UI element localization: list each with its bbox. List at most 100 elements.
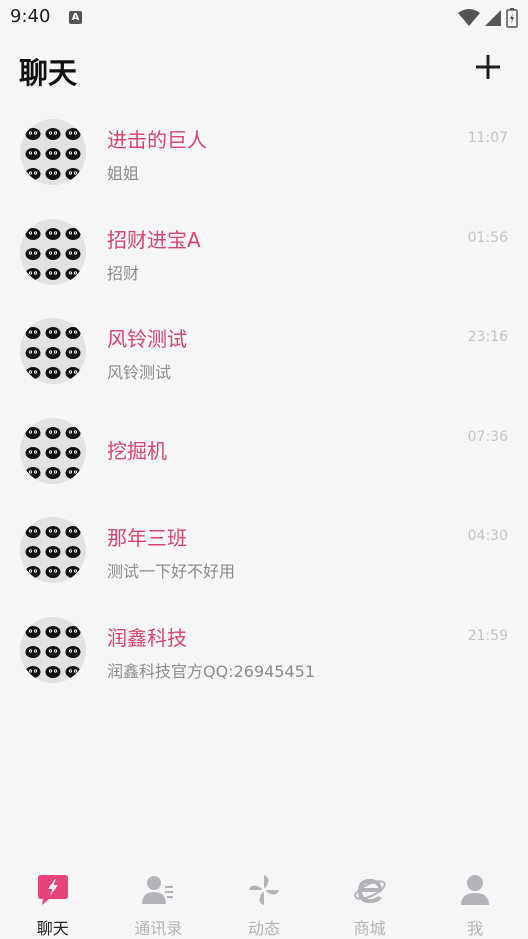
tab-chat[interactable]: 聊天 [0, 864, 106, 939]
avatar-pattern-icon [65, 165, 81, 180]
avatar-pattern-icon [25, 543, 41, 559]
avatar [20, 616, 86, 683]
avatar-pattern-icon [25, 245, 41, 260]
bottom-tab-bar: 聊天 通讯录 动态 商城 我 [0, 864, 528, 939]
avatar-pattern-icon [65, 663, 81, 678]
avatar-pattern-icon [65, 324, 81, 340]
avatar-pattern-icon [65, 145, 81, 160]
notification-a-icon: A [69, 11, 82, 24]
header: 聊天 [0, 44, 528, 94]
chat-item[interactable]: 风铃测试 风铃测试 23:16 [0, 301, 528, 401]
avatar-pattern-icon [65, 464, 81, 479]
avatar-pattern-icon [25, 623, 41, 638]
chat-preview: 招财 [107, 263, 140, 283]
avatar [20, 517, 86, 584]
chat-time: 04:30 [467, 528, 508, 545]
avatar-pattern-icon [45, 324, 61, 340]
avatar-pattern-icon [65, 424, 81, 439]
page-title: 聊天 [19, 56, 78, 90]
avatar-pattern-icon [45, 165, 61, 180]
pinwheel-icon [248, 875, 279, 905]
avatar-pattern-icon [45, 663, 61, 678]
avatar-pattern-icon [45, 364, 61, 380]
avatar-pattern-icon [65, 523, 81, 539]
chat-name: 挖掘机 [107, 438, 167, 463]
chat-item[interactable]: 润鑫科技 润鑫科技官方QQ:26945451 21:59 [0, 600, 528, 700]
avatar-pattern-icon [65, 125, 81, 140]
avatar-pattern-icon [65, 643, 81, 658]
chat-preview: 润鑫科技官方QQ:26945451 [107, 661, 316, 681]
avatar-pattern-icon [45, 643, 61, 658]
chat-item[interactable]: 进击的巨人 姐姐 11:07 [0, 102, 528, 202]
avatar-pattern-icon [25, 643, 41, 658]
chat-item[interactable]: 招财进宝A 招财 01:56 [0, 202, 528, 302]
avatar-pattern-icon [25, 424, 41, 439]
chat-name: 进击的巨人 [107, 128, 207, 152]
avatar-pattern-icon [45, 125, 61, 140]
status-icons [458, 8, 518, 28]
browser-e-icon [353, 879, 386, 903]
chat-time: 07:36 [467, 428, 508, 445]
tab-label: 我 [467, 919, 484, 938]
avatar-pattern-icon [65, 364, 81, 380]
avatar-pattern-icon [45, 225, 61, 240]
avatar-pattern-icon [25, 145, 41, 160]
avatar-pattern-icon [25, 165, 41, 180]
tab-contacts[interactable]: 通讯录 [106, 864, 212, 939]
avatar-pattern-icon [45, 444, 61, 459]
signal-icon [485, 10, 501, 26]
avatar-pattern-icon [25, 225, 41, 240]
avatar-pattern-icon [65, 245, 81, 260]
avatar-pattern-icon [25, 523, 41, 539]
avatar-pattern-icon [25, 344, 41, 360]
chat-time: 01:56 [467, 229, 508, 246]
chat-time: 23:16 [467, 329, 508, 346]
chat-name: 那年三班 [107, 526, 187, 551]
avatar-pattern-icon [65, 623, 81, 638]
status-time: 9:40 [10, 6, 51, 27]
chat-name: 招财进宝A [107, 227, 201, 252]
avatar-pattern-icon [45, 424, 61, 439]
tab-label: 通讯录 [134, 919, 183, 938]
tab-label: 聊天 [36, 919, 69, 938]
add-button[interactable] [474, 53, 502, 81]
avatar-pattern-icon [45, 245, 61, 260]
avatar-pattern-icon [45, 563, 61, 579]
chat-item[interactable]: 挖掘机 07:36 [0, 401, 528, 501]
avatar-pattern-icon [45, 464, 61, 479]
chat-bubble-icon [37, 875, 68, 905]
avatar-pattern-icon [65, 265, 81, 280]
avatar-pattern-icon [65, 543, 81, 559]
avatar-pattern-icon [25, 444, 41, 459]
chat-preview: 测试一下好不好用 [107, 562, 236, 582]
avatar-pattern-icon [45, 623, 61, 638]
avatar-pattern-icon [65, 344, 81, 360]
avatar [20, 119, 86, 185]
tab-mall[interactable]: 商城 [317, 864, 423, 939]
avatar-pattern-icon [45, 265, 61, 280]
status-bar: 9:40 A [0, 0, 528, 36]
chat-list: 进击的巨人 姐姐 11:07 招财进宝A 招财 01:56 风铃测试 风铃测试 … [0, 102, 528, 700]
battery-icon [506, 8, 518, 28]
avatar-pattern-icon [45, 543, 61, 559]
chat-item[interactable]: 那年三班 测试一下好不好用 04:30 [0, 500, 528, 600]
chat-name: 润鑫科技 [107, 625, 187, 650]
avatar-pattern-icon [65, 225, 81, 240]
tab-me[interactable]: 我 [422, 864, 528, 939]
avatar-pattern-icon [45, 523, 61, 539]
chat-name: 风铃测试 [107, 327, 187, 352]
avatar-pattern-icon [25, 324, 41, 340]
avatar-pattern-icon [25, 125, 41, 140]
contacts-icon [142, 876, 174, 904]
tab-label: 商城 [353, 919, 386, 938]
person-icon [461, 875, 490, 905]
avatar-pattern-icon [25, 464, 41, 479]
tab-label: 动态 [247, 919, 280, 938]
avatar [20, 318, 86, 385]
avatar-pattern-icon [25, 563, 41, 579]
avatar-pattern-icon [25, 364, 41, 380]
avatar [20, 417, 86, 484]
tab-moments[interactable]: 动态 [211, 864, 317, 939]
avatar-pattern-icon [25, 663, 41, 678]
chat-time: 11:07 [467, 130, 508, 146]
